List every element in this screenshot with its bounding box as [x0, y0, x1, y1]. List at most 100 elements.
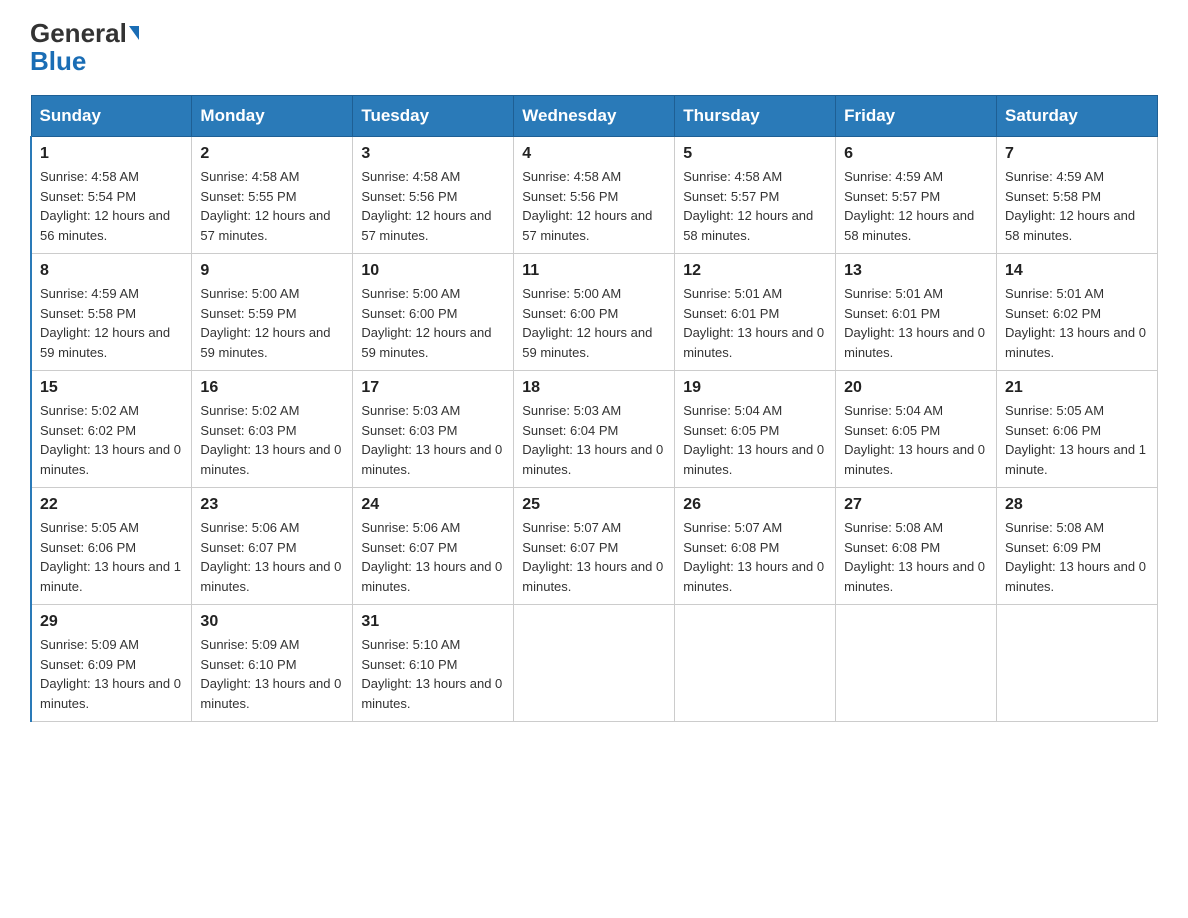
calendar-cell: 27 Sunrise: 5:08 AM Sunset: 6:08 PM Dayl… [836, 488, 997, 605]
calendar-week-row: 8 Sunrise: 4:59 AM Sunset: 5:58 PM Dayli… [31, 254, 1158, 371]
col-header-monday: Monday [192, 96, 353, 137]
calendar-cell: 4 Sunrise: 4:58 AM Sunset: 5:56 PM Dayli… [514, 137, 675, 254]
calendar-cell: 22 Sunrise: 5:05 AM Sunset: 6:06 PM Dayl… [31, 488, 192, 605]
calendar-cell: 14 Sunrise: 5:01 AM Sunset: 6:02 PM Dayl… [997, 254, 1158, 371]
day-number: 26 [683, 496, 827, 514]
logo-general: General [30, 20, 127, 46]
day-info: Sunrise: 5:06 AM Sunset: 6:07 PM Dayligh… [361, 518, 505, 596]
calendar-cell: 17 Sunrise: 5:03 AM Sunset: 6:03 PM Dayl… [353, 371, 514, 488]
col-header-wednesday: Wednesday [514, 96, 675, 137]
day-number: 7 [1005, 145, 1149, 163]
calendar-cell: 29 Sunrise: 5:09 AM Sunset: 6:09 PM Dayl… [31, 605, 192, 722]
calendar-cell: 5 Sunrise: 4:58 AM Sunset: 5:57 PM Dayli… [675, 137, 836, 254]
col-header-thursday: Thursday [675, 96, 836, 137]
calendar-cell: 2 Sunrise: 4:58 AM Sunset: 5:55 PM Dayli… [192, 137, 353, 254]
col-header-friday: Friday [836, 96, 997, 137]
calendar-cell: 10 Sunrise: 5:00 AM Sunset: 6:00 PM Dayl… [353, 254, 514, 371]
logo-blue: Blue [30, 46, 86, 77]
day-info: Sunrise: 5:02 AM Sunset: 6:02 PM Dayligh… [40, 401, 183, 479]
day-info: Sunrise: 5:00 AM Sunset: 6:00 PM Dayligh… [361, 284, 505, 362]
calendar-cell: 9 Sunrise: 5:00 AM Sunset: 5:59 PM Dayli… [192, 254, 353, 371]
day-number: 31 [361, 613, 505, 631]
day-number: 23 [200, 496, 344, 514]
calendar-cell: 6 Sunrise: 4:59 AM Sunset: 5:57 PM Dayli… [836, 137, 997, 254]
day-info: Sunrise: 5:10 AM Sunset: 6:10 PM Dayligh… [361, 635, 505, 713]
calendar-cell [997, 605, 1158, 722]
day-info: Sunrise: 4:58 AM Sunset: 5:56 PM Dayligh… [361, 167, 505, 245]
day-info: Sunrise: 5:07 AM Sunset: 6:08 PM Dayligh… [683, 518, 827, 596]
day-info: Sunrise: 5:08 AM Sunset: 6:09 PM Dayligh… [1005, 518, 1149, 596]
calendar-cell: 3 Sunrise: 4:58 AM Sunset: 5:56 PM Dayli… [353, 137, 514, 254]
logo-triangle-icon [129, 26, 139, 40]
day-number: 15 [40, 379, 183, 397]
day-info: Sunrise: 5:03 AM Sunset: 6:04 PM Dayligh… [522, 401, 666, 479]
day-number: 8 [40, 262, 183, 280]
day-number: 10 [361, 262, 505, 280]
calendar-cell: 24 Sunrise: 5:06 AM Sunset: 6:07 PM Dayl… [353, 488, 514, 605]
day-info: Sunrise: 4:58 AM Sunset: 5:54 PM Dayligh… [40, 167, 183, 245]
day-number: 28 [1005, 496, 1149, 514]
day-number: 27 [844, 496, 988, 514]
day-info: Sunrise: 5:05 AM Sunset: 6:06 PM Dayligh… [40, 518, 183, 596]
day-number: 12 [683, 262, 827, 280]
day-info: Sunrise: 4:59 AM Sunset: 5:57 PM Dayligh… [844, 167, 988, 245]
day-info: Sunrise: 4:58 AM Sunset: 5:57 PM Dayligh… [683, 167, 827, 245]
calendar-cell: 25 Sunrise: 5:07 AM Sunset: 6:07 PM Dayl… [514, 488, 675, 605]
day-info: Sunrise: 5:04 AM Sunset: 6:05 PM Dayligh… [844, 401, 988, 479]
day-info: Sunrise: 5:01 AM Sunset: 6:02 PM Dayligh… [1005, 284, 1149, 362]
day-info: Sunrise: 4:58 AM Sunset: 5:56 PM Dayligh… [522, 167, 666, 245]
calendar-week-row: 29 Sunrise: 5:09 AM Sunset: 6:09 PM Dayl… [31, 605, 1158, 722]
calendar-cell [675, 605, 836, 722]
calendar-cell: 30 Sunrise: 5:09 AM Sunset: 6:10 PM Dayl… [192, 605, 353, 722]
calendar-cell: 28 Sunrise: 5:08 AM Sunset: 6:09 PM Dayl… [997, 488, 1158, 605]
calendar-cell: 15 Sunrise: 5:02 AM Sunset: 6:02 PM Dayl… [31, 371, 192, 488]
col-header-sunday: Sunday [31, 96, 192, 137]
day-number: 20 [844, 379, 988, 397]
day-info: Sunrise: 5:08 AM Sunset: 6:08 PM Dayligh… [844, 518, 988, 596]
day-number: 9 [200, 262, 344, 280]
col-header-saturday: Saturday [997, 96, 1158, 137]
day-info: Sunrise: 5:01 AM Sunset: 6:01 PM Dayligh… [683, 284, 827, 362]
calendar-week-row: 22 Sunrise: 5:05 AM Sunset: 6:06 PM Dayl… [31, 488, 1158, 605]
calendar-header-row: SundayMondayTuesdayWednesdayThursdayFrid… [31, 96, 1158, 137]
day-number: 24 [361, 496, 505, 514]
logo: General Blue [30, 20, 139, 77]
calendar-cell: 7 Sunrise: 4:59 AM Sunset: 5:58 PM Dayli… [997, 137, 1158, 254]
calendar-cell [514, 605, 675, 722]
day-number: 1 [40, 145, 183, 163]
day-info: Sunrise: 5:06 AM Sunset: 6:07 PM Dayligh… [200, 518, 344, 596]
day-info: Sunrise: 4:59 AM Sunset: 5:58 PM Dayligh… [1005, 167, 1149, 245]
day-number: 2 [200, 145, 344, 163]
day-info: Sunrise: 5:03 AM Sunset: 6:03 PM Dayligh… [361, 401, 505, 479]
day-number: 11 [522, 262, 666, 280]
calendar-cell: 11 Sunrise: 5:00 AM Sunset: 6:00 PM Dayl… [514, 254, 675, 371]
calendar-cell: 19 Sunrise: 5:04 AM Sunset: 6:05 PM Dayl… [675, 371, 836, 488]
day-info: Sunrise: 5:00 AM Sunset: 5:59 PM Dayligh… [200, 284, 344, 362]
calendar-cell: 1 Sunrise: 4:58 AM Sunset: 5:54 PM Dayli… [31, 137, 192, 254]
calendar-cell: 8 Sunrise: 4:59 AM Sunset: 5:58 PM Dayli… [31, 254, 192, 371]
day-info: Sunrise: 5:07 AM Sunset: 6:07 PM Dayligh… [522, 518, 666, 596]
calendar-week-row: 1 Sunrise: 4:58 AM Sunset: 5:54 PM Dayli… [31, 137, 1158, 254]
calendar-cell: 12 Sunrise: 5:01 AM Sunset: 6:01 PM Dayl… [675, 254, 836, 371]
calendar-cell: 31 Sunrise: 5:10 AM Sunset: 6:10 PM Dayl… [353, 605, 514, 722]
header: General Blue [30, 20, 1158, 77]
calendar-week-row: 15 Sunrise: 5:02 AM Sunset: 6:02 PM Dayl… [31, 371, 1158, 488]
day-info: Sunrise: 5:04 AM Sunset: 6:05 PM Dayligh… [683, 401, 827, 479]
day-info: Sunrise: 5:02 AM Sunset: 6:03 PM Dayligh… [200, 401, 344, 479]
day-number: 17 [361, 379, 505, 397]
day-number: 29 [40, 613, 183, 631]
day-number: 14 [1005, 262, 1149, 280]
col-header-tuesday: Tuesday [353, 96, 514, 137]
day-number: 18 [522, 379, 666, 397]
day-number: 19 [683, 379, 827, 397]
calendar-cell: 26 Sunrise: 5:07 AM Sunset: 6:08 PM Dayl… [675, 488, 836, 605]
day-number: 4 [522, 145, 666, 163]
day-number: 21 [1005, 379, 1149, 397]
day-info: Sunrise: 5:00 AM Sunset: 6:00 PM Dayligh… [522, 284, 666, 362]
day-number: 3 [361, 145, 505, 163]
day-info: Sunrise: 4:58 AM Sunset: 5:55 PM Dayligh… [200, 167, 344, 245]
day-number: 5 [683, 145, 827, 163]
day-number: 30 [200, 613, 344, 631]
day-number: 6 [844, 145, 988, 163]
calendar-cell: 21 Sunrise: 5:05 AM Sunset: 6:06 PM Dayl… [997, 371, 1158, 488]
